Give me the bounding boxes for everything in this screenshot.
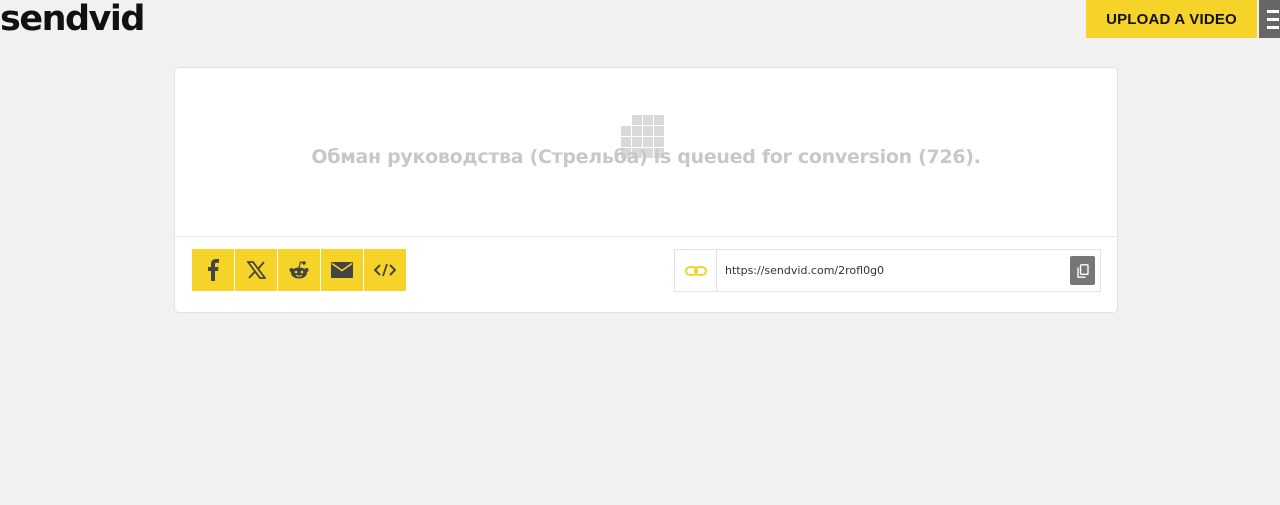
link-icon — [684, 265, 707, 276]
reddit-icon — [289, 261, 309, 279]
copy-icon — [1076, 263, 1089, 278]
video-url[interactable]: https://sendvid.com/2rofl0g0 — [717, 264, 1070, 277]
share-email-button[interactable] — [321, 249, 363, 291]
facebook-icon — [208, 259, 219, 281]
video-link-field: https://sendvid.com/2rofl0g0 — [674, 249, 1101, 292]
upload-video-button[interactable]: UPLOAD A VIDEO — [1086, 0, 1257, 38]
embed-code-button[interactable] — [364, 249, 406, 291]
share-facebook-button[interactable] — [192, 249, 234, 291]
share-x-button[interactable] — [235, 249, 277, 291]
copy-link-button[interactable] — [1070, 256, 1095, 285]
video-card: Обман руководства (Стрельба) is queued f… — [174, 67, 1118, 313]
share-reddit-button[interactable] — [278, 249, 320, 291]
embed-code-icon — [374, 263, 396, 277]
x-icon — [246, 261, 266, 279]
email-icon — [331, 262, 353, 278]
logo[interactable]: sendvid — [0, 0, 145, 38]
hamburger-icon — [1267, 9, 1279, 13]
video-player-area: Обман руководства (Стрельба) is queued f… — [175, 68, 1117, 237]
conversion-status: Обман руководства (Стрельба) is queued f… — [311, 146, 981, 168]
share-buttons — [192, 249, 406, 291]
menu-button[interactable] — [1259, 0, 1280, 38]
